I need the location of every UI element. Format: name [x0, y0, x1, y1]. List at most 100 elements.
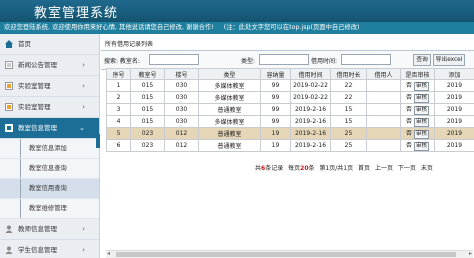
scroll-left-icon[interactable]: ◂: [107, 250, 110, 257]
table-cell: 19: [260, 127, 291, 140]
table-row[interactable]: 1 015 030 多媒体教室 99 2019-02-22 22 否审核 201…: [106, 79, 474, 92]
horizontal-scrollbar[interactable]: ◂ ▸: [106, 250, 473, 258]
teacher-icon: [5, 225, 13, 233]
table-cell: 2019-2-16: [290, 127, 331, 140]
approval-cell: 否审核: [400, 103, 435, 116]
type-input[interactable]: [259, 54, 309, 65]
column-header[interactable]: 序号: [106, 68, 131, 80]
sidebar-subitem-label: 教室信用查询: [29, 185, 67, 192]
total-records: 共6条记录: [255, 165, 284, 172]
table-cell: 22: [330, 91, 367, 104]
next-page-link[interactable]: 下一页: [398, 165, 416, 172]
sidebar-subitem-label: 教室信息添加: [29, 145, 67, 152]
sidebar-item-teacher[interactable]: 教师信息管理 ›: [0, 219, 99, 240]
last-page-link[interactable]: 末页: [421, 165, 433, 172]
column-header[interactable]: 借用时长: [330, 68, 367, 80]
table-cell: [366, 127, 401, 140]
table-cell: 多媒体教室: [198, 115, 261, 128]
table-row-selected[interactable]: 5 023 012 普通教室 19 2019-2-16 25 否审核 2019: [106, 127, 474, 140]
approve-button[interactable]: 审核: [414, 118, 430, 127]
column-header[interactable]: 类型: [198, 68, 261, 80]
prev-page-link[interactable]: 上一页: [375, 165, 393, 172]
date-label: 借用时间:: [311, 58, 338, 65]
sidebar-item-home[interactable]: 首页: [0, 34, 99, 55]
sidebar-item-label: 新闻公告管理: [18, 61, 57, 69]
table-cell: [366, 79, 401, 92]
approved-status: 否: [405, 142, 412, 149]
table-row[interactable]: 4 015 030 多媒体教室 99 2019-2-16 15 否审核 2019: [106, 115, 474, 128]
table-cell: 普通教室: [198, 127, 261, 140]
banner-note: (注：此处文字您可以在top.jsp(页面中自己修改): [223, 24, 360, 31]
table-row[interactable]: 2 015 030 多媒体教室 99 2019-02-22 22 否审核 201…: [106, 91, 474, 104]
table-cell: 2019-2-16: [290, 139, 331, 152]
chevron-right-icon: ›: [82, 82, 85, 90]
student-icon: [5, 246, 13, 254]
table-cell: 030: [164, 79, 199, 92]
table-cell: 023: [130, 139, 165, 152]
table-cell: 22: [330, 79, 367, 92]
export-excel-button[interactable]: 导出excel: [433, 54, 465, 66]
approve-button[interactable]: 审核: [414, 130, 430, 139]
table-cell: 多媒体教室: [198, 91, 261, 104]
sidebar-item-lab-2[interactable]: 实验室管理 ›: [0, 97, 99, 118]
sidebar-subitem-query[interactable]: 教室信息查询: [0, 159, 99, 179]
table-cell: 99: [260, 103, 291, 116]
table-cell: 015: [130, 103, 165, 116]
chevron-down-icon: ⌄: [79, 124, 85, 132]
table-cell: 99: [260, 91, 291, 104]
sidebar-item-label: 首页: [18, 40, 31, 48]
approved-status: 否: [405, 94, 412, 101]
column-header[interactable]: 添加: [434, 68, 474, 80]
table-cell: 15: [330, 115, 367, 128]
column-header[interactable]: 容纳量: [260, 68, 291, 80]
welcome-banner: 欢迎您登陆系统, 欢迎使用你用来好心情, 其他说话请您自己修改, 谢谢合作! (注…: [0, 22, 474, 34]
sidebar-item-news[interactable]: 新闻公告管理 ›: [0, 55, 99, 76]
main-content: 所有借用记录列表 搜索: 教室名: 类型: 借用时间: 查询 导出excel 序…: [101, 34, 474, 258]
sidebar-item-lab[interactable]: 实验室管理 ›: [0, 76, 99, 97]
sidebar-subitem-add[interactable]: 教室信息添加: [0, 139, 99, 159]
table-cell: 25: [330, 127, 367, 140]
table-row[interactable]: 3 015 030 普通教室 99 2019-2-16 15 否审核 2019: [106, 103, 474, 116]
sidebar-subitem-repair[interactable]: 教室维修管理: [0, 199, 99, 219]
type-label: 类型:: [241, 58, 256, 65]
sidebar-item-label: 教师信息管理: [18, 225, 57, 233]
table-cell: 99: [260, 115, 291, 128]
approve-button[interactable]: 审核: [414, 94, 430, 103]
table-cell: [366, 139, 401, 152]
sidebar-item-student[interactable]: 学生信息管理 ›: [0, 240, 99, 258]
tree-line: [20, 179, 21, 198]
column-header[interactable]: 借用人: [366, 68, 401, 80]
table-cell: 2: [106, 91, 131, 104]
sidebar-item-label: 教室信息管理: [18, 124, 57, 132]
sidebar-subitem-borrow[interactable]: 教室信用查询: [0, 179, 99, 199]
room-input[interactable]: [149, 54, 199, 65]
sidebar-collapse-handle[interactable]: [96, 134, 100, 148]
search-button[interactable]: 查询: [413, 54, 431, 66]
chevron-right-icon: ›: [82, 61, 85, 69]
approve-button[interactable]: 审核: [414, 82, 430, 91]
sidebar-item-classroom[interactable]: 教室信息管理 ⌄: [0, 118, 99, 139]
column-header[interactable]: 楼号: [164, 68, 199, 80]
approve-button[interactable]: 审核: [414, 142, 430, 151]
table-row[interactable]: 6 023 012 普通教室 19 2019-2-16 25 否审核 2019: [106, 139, 474, 152]
scrollbar-thumb[interactable]: [116, 252, 456, 257]
column-header[interactable]: 借用时间: [290, 68, 331, 80]
app-title: 教室管理系统: [34, 6, 119, 21]
column-header[interactable]: 是否审核: [400, 68, 435, 80]
approve-button[interactable]: 审核: [414, 106, 430, 115]
table-cell: [366, 91, 401, 104]
approval-cell: 否审核: [400, 127, 435, 140]
table-cell: 012: [164, 139, 199, 152]
approval-cell: 否审核: [400, 139, 435, 152]
first-page-link[interactable]: 首页: [358, 165, 370, 172]
table-cell: 015: [130, 79, 165, 92]
approval-cell: 否审核: [400, 79, 435, 92]
table-cell: 1: [106, 79, 131, 92]
lab-icon: [5, 103, 13, 111]
scroll-right-icon[interactable]: ▸: [469, 250, 472, 257]
column-header[interactable]: 教室号: [130, 68, 165, 80]
date-input[interactable]: [341, 54, 391, 65]
table-cell: 2019: [434, 91, 474, 104]
table-cell: 2019-2-16: [290, 103, 331, 116]
table-cell: 4: [106, 115, 131, 128]
